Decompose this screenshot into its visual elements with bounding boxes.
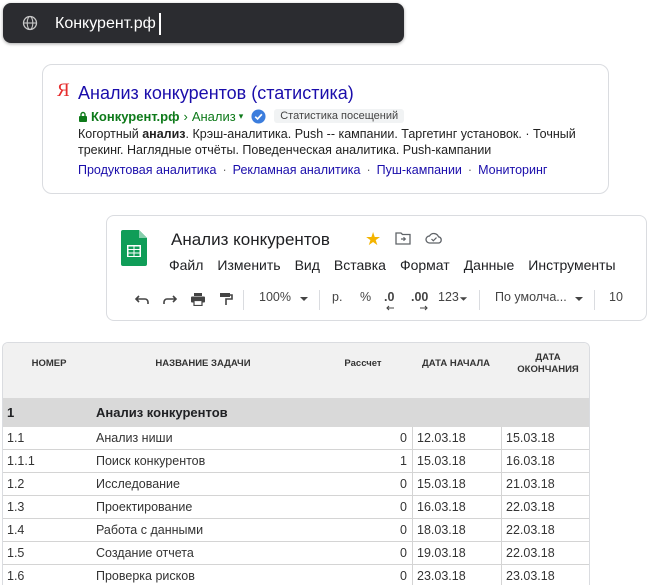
toolbar-divider (479, 290, 480, 310)
sitelink-product-analytics[interactable]: Продуктовая аналитика (78, 163, 216, 177)
header-end-date: ДАТА ОКОНЧАНИЯ (517, 352, 579, 375)
result-url-line: Конкурент.рф › Анализ ▾ Статистика посещ… (78, 107, 405, 125)
task-table: НОМЕР НАЗВАНИЕ ЗАДАЧИ Рассчет ДАТА НАЧАЛ… (2, 342, 590, 585)
percent-format-button[interactable]: % (360, 290, 371, 304)
cloud-saved-icon[interactable] (425, 232, 443, 244)
address-bar[interactable]: Конкурент.рф (3, 3, 404, 43)
globe-icon (22, 15, 38, 31)
redo-icon[interactable] (162, 292, 178, 306)
result-path-link[interactable]: Анализ (192, 109, 236, 124)
toolbar-divider (594, 290, 595, 310)
menu-file[interactable]: Файл (169, 257, 203, 273)
undo-icon[interactable] (134, 292, 150, 306)
breadcrumb-separator: › (183, 108, 188, 124)
search-result-card: Я Анализ конкурентов (статистика) Конкур… (42, 64, 609, 194)
verified-check-icon (251, 108, 266, 124)
menu-bar: Файл Изменить Вид Вставка Формат Данные … (169, 257, 630, 273)
lock-icon (79, 111, 87, 122)
column-divider (412, 427, 413, 585)
result-domain-link[interactable]: Конкурент.рф (91, 109, 179, 124)
result-snippet: Когортный анализ. Крэш-аналитика. Push -… (78, 127, 576, 157)
menu-insert[interactable]: Вставка (334, 257, 386, 273)
visit-stats-badge[interactable]: Статистика посещений (274, 109, 405, 123)
zoom-select[interactable]: 100% (259, 290, 291, 304)
print-icon[interactable] (190, 292, 206, 306)
group-number: 1 (7, 405, 15, 420)
group-row[interactable]: 1 Анализ конкурентов (3, 398, 589, 427)
chevron-down-icon[interactable]: ▾ (239, 111, 244, 122)
sheets-logo-icon[interactable] (121, 230, 147, 266)
document-title[interactable]: Анализ конкурентов (171, 230, 330, 250)
sitelinks: Продуктовая аналитика · Рекламная аналитик… (78, 163, 548, 177)
menu-view[interactable]: Вид (295, 257, 320, 273)
sheets-toolbar: 100% р. % .0 .00 123 По умолча... 10 (107, 282, 646, 318)
menu-format[interactable]: Формат (400, 257, 450, 273)
sheets-header: Анализ конкурентов ★ Файл Изменить Вид В… (106, 215, 647, 321)
menu-edit[interactable]: Изменить (217, 257, 280, 273)
sitelink-ad-analytics[interactable]: Рекламная аналитика (233, 163, 361, 177)
sitelink-monitoring[interactable]: Мониторинг (478, 163, 547, 177)
result-title-link[interactable]: Анализ конкурентов (статистика) (78, 83, 354, 104)
decrease-decimal-button[interactable]: .0 (384, 290, 394, 304)
header-task-name: НАЗВАНИЕ ЗАДАЧИ (155, 358, 251, 369)
font-size-select[interactable]: 10 (609, 290, 623, 304)
menu-tools[interactable]: Инструменты (528, 257, 615, 273)
chevron-down-icon (459, 297, 468, 301)
text-cursor (159, 13, 161, 35)
group-name: Анализ конкурентов (96, 405, 228, 420)
arrow-right-icon (420, 305, 428, 311)
table-header: НОМЕР НАЗВАНИЕ ЗАДАЧИ Рассчет ДАТА НАЧАЛ… (3, 343, 589, 398)
toolbar-divider (243, 290, 244, 310)
chevron-down-icon (575, 297, 583, 301)
currency-format-button[interactable]: р. (332, 290, 342, 304)
toolbar-divider (319, 290, 320, 310)
increase-decimal-button[interactable]: .00 (411, 290, 428, 304)
font-family-select[interactable]: По умолча... (495, 290, 567, 304)
url-input[interactable]: Конкурент.рф (55, 14, 156, 34)
header-calc: Рассчет (344, 358, 382, 369)
yandex-favicon: Я (57, 80, 70, 101)
header-number: НОМЕР (31, 358, 67, 369)
sitelink-push-campaigns[interactable]: Пуш-кампании (377, 163, 462, 177)
move-folder-icon[interactable] (395, 231, 411, 245)
chevron-down-icon (300, 297, 308, 301)
more-formats-button[interactable]: 123 (438, 290, 459, 304)
menu-data[interactable]: Данные (464, 257, 515, 273)
star-icon[interactable]: ★ (365, 229, 381, 250)
column-divider (501, 427, 502, 585)
header-start-date: ДАТА НАЧАЛА (421, 358, 491, 369)
arrow-left-icon (386, 305, 394, 311)
paint-format-icon[interactable] (218, 292, 234, 306)
